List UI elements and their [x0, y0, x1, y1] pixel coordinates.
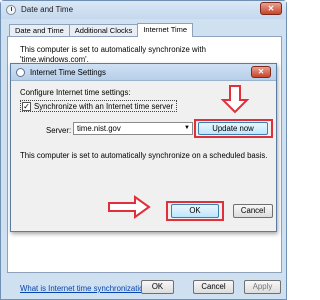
internet-time-settings-dialog: Internet Time Settings ✕ Configure Inter…: [10, 63, 277, 232]
clock-icon: [16, 68, 25, 77]
inner-ok-button[interactable]: OK: [171, 204, 219, 218]
inner-dialog-title: Internet Time Settings: [30, 68, 106, 77]
server-label: Server:: [46, 126, 72, 135]
outer-cancel-button[interactable]: Cancel: [193, 280, 234, 294]
server-value: time.nist.gov: [77, 124, 121, 133]
server-combobox[interactable]: time.nist.gov ▼: [73, 122, 193, 135]
sync-checkbox-row[interactable]: ✓ Synchronize with an Internet time serv…: [20, 100, 178, 112]
auto-sync-text: This computer is set to automatically sy…: [20, 151, 268, 160]
inner-title-bar: Internet Time Settings ✕: [11, 64, 276, 81]
sync-checkbox-label[interactable]: Synchronize with an Internet time server: [34, 102, 173, 111]
configure-label: Configure Internet time settings:: [20, 88, 131, 97]
outer-apply-button[interactable]: Apply: [244, 280, 281, 294]
current-sync-text: This computer is set to automatically sy…: [20, 45, 206, 64]
update-now-button[interactable]: Update now: [198, 122, 268, 135]
chevron-down-icon[interactable]: ▼: [182, 123, 192, 134]
sync-checkbox[interactable]: ✓: [22, 101, 31, 111]
internet-time-help-link[interactable]: What is Internet time synchronization?: [20, 284, 152, 293]
outer-close-button[interactable]: ✕: [260, 2, 282, 15]
inner-close-button[interactable]: ✕: [251, 66, 271, 78]
inner-cancel-button[interactable]: Cancel: [233, 204, 273, 218]
outer-window-title: Date and Time: [21, 5, 74, 14]
tab-strip: Date and Time Additional Clocks Internet…: [9, 23, 194, 37]
outer-ok-button[interactable]: OK: [141, 280, 174, 294]
tab-internet-time[interactable]: Internet Time: [137, 23, 194, 37]
outer-title-bar: Date and Time ✕: [1, 1, 286, 19]
clock-icon: [6, 5, 16, 15]
